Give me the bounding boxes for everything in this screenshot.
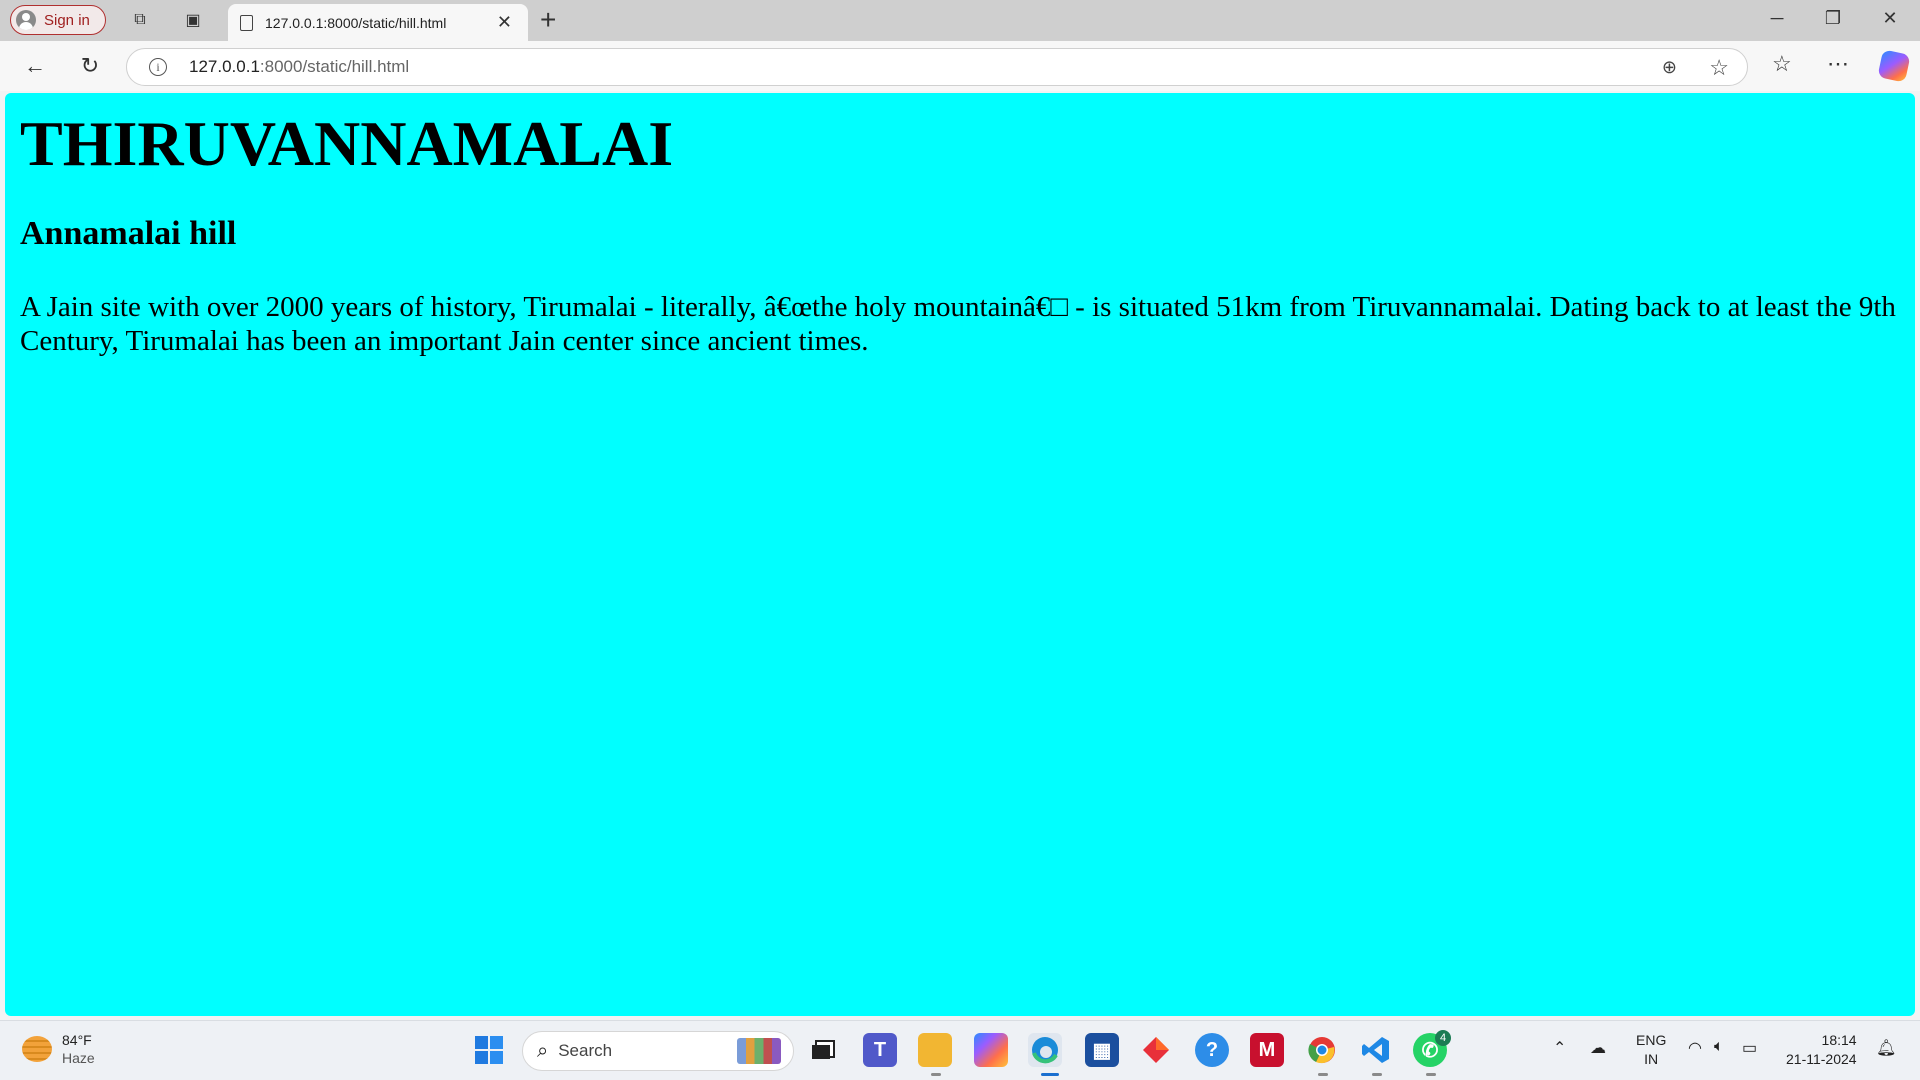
url-path: :8000/static/hill.html xyxy=(259,57,410,76)
tab-title: 127.0.0.1:8000/static/hill.html xyxy=(265,14,447,31)
lang-line1: ENG xyxy=(1636,1032,1667,1048)
back-icon[interactable]: ← xyxy=(20,53,50,79)
active-indicator xyxy=(1041,1073,1059,1076)
close-tab-icon[interactable]: ✕ xyxy=(497,12,512,33)
sign-in-button[interactable]: Sign in xyxy=(10,5,106,35)
running-indicator xyxy=(1318,1073,1328,1076)
close-window-icon[interactable]: ✕ xyxy=(1870,8,1910,29)
chrome-icon[interactable] xyxy=(1305,1033,1339,1067)
weather-temp: 84°F xyxy=(62,1032,92,1048)
url-text[interactable]: 127.0.0.1:8000/static/hill.html xyxy=(189,57,409,77)
clock[interactable]: 18:14 21-11-2024 xyxy=(1786,1031,1857,1069)
site-info-icon[interactable]: i xyxy=(149,58,167,76)
battery-icon[interactable]: ▭ xyxy=(1742,1038,1757,1058)
url-host: 127.0.0.1 xyxy=(189,57,260,76)
edge-icon[interactable] xyxy=(1028,1033,1062,1067)
new-tab-button[interactable]: + xyxy=(540,4,556,36)
page-title: THIRUVANNAMALAI xyxy=(20,108,674,179)
onedrive-icon[interactable]: ☁ xyxy=(1590,1038,1606,1058)
store-icon[interactable]: ▦ xyxy=(1085,1033,1119,1067)
copilot-taskbar-icon[interactable] xyxy=(974,1033,1008,1067)
restore-icon[interactable]: ❐ xyxy=(1813,8,1853,29)
time: 18:14 xyxy=(1821,1032,1857,1048)
refresh-icon[interactable]: ↻ xyxy=(75,53,105,79)
search-icon: ⌕ xyxy=(537,1039,549,1062)
running-indicator xyxy=(931,1073,941,1076)
page-subtitle: Annamalai hill xyxy=(20,215,237,252)
page-viewport: THIRUVANNAMALAI Annamalai hill A Jain si… xyxy=(5,93,1915,1016)
chevron-up-icon[interactable]: ⌃ xyxy=(1553,1038,1566,1058)
date: 21-11-2024 xyxy=(1786,1051,1857,1067)
volume-icon[interactable]: 🔈︎ xyxy=(1714,1038,1724,1056)
favorites-icon[interactable]: ☆ xyxy=(1772,51,1792,77)
start-icon[interactable] xyxy=(472,1033,506,1067)
notification-bell-icon[interactable]: 🔔︎ xyxy=(1876,1038,1896,1058)
running-indicator xyxy=(1372,1073,1382,1076)
active-tab[interactable]: 127.0.0.1:8000/static/hill.html ✕ xyxy=(228,4,528,41)
app-diamond-icon[interactable] xyxy=(1139,1033,1173,1067)
search-highlight-icon xyxy=(737,1038,781,1064)
profile-icon xyxy=(16,10,36,30)
notification-badge: 4 xyxy=(1435,1030,1451,1046)
page-paragraph: A Jain site with over 2000 years of hist… xyxy=(20,291,1896,357)
running-indicator xyxy=(1426,1073,1436,1076)
taskbar: 84°F Haze ⌕ Search T ▦ ? M ✆ 4 ⌃ ☁ ENG I… xyxy=(0,1020,1920,1080)
mcafee-icon[interactable]: M xyxy=(1250,1033,1284,1067)
navigation-bar: ← ↻ i 127.0.0.1:8000/static/hill.html ⊕ … xyxy=(0,41,1920,91)
lang-line2: IN xyxy=(1644,1051,1659,1067)
vertical-tabs-icon[interactable]: ▣ xyxy=(181,8,205,32)
tab-strip: Sign in ⧉ ▣ 127.0.0.1:8000/static/hill.h… xyxy=(0,0,1920,41)
help-icon[interactable]: ? xyxy=(1195,1033,1229,1067)
workspaces-icon[interactable]: ⧉ xyxy=(128,8,152,32)
taskbar-search[interactable]: ⌕ Search xyxy=(522,1031,794,1071)
address-bar[interactable]: i 127.0.0.1:8000/static/hill.html ⊕ ☆ xyxy=(126,48,1748,86)
weather-widget[interactable]: 84°F Haze xyxy=(22,1031,95,1067)
file-explorer-icon[interactable] xyxy=(918,1033,952,1067)
zoom-icon[interactable]: ⊕ xyxy=(1662,57,1677,78)
language-indicator[interactable]: ENG IN xyxy=(1636,1031,1666,1069)
teams-icon[interactable]: T xyxy=(863,1033,897,1067)
more-options-icon[interactable]: ⋯ xyxy=(1827,51,1849,77)
favorite-star-icon[interactable]: ☆ xyxy=(1709,55,1729,81)
vscode-icon[interactable] xyxy=(1359,1033,1393,1067)
weather-desc: Haze xyxy=(62,1050,95,1066)
haze-weather-icon xyxy=(22,1036,52,1062)
sign-in-label: Sign in xyxy=(44,11,90,29)
copilot-icon[interactable] xyxy=(1877,49,1911,83)
minimize-icon[interactable]: ─ xyxy=(1757,8,1797,29)
page-icon xyxy=(240,14,253,31)
task-view-icon[interactable] xyxy=(806,1033,840,1067)
wifi-icon[interactable]: ◠ xyxy=(1688,1038,1702,1058)
search-label: Search xyxy=(558,1041,613,1060)
